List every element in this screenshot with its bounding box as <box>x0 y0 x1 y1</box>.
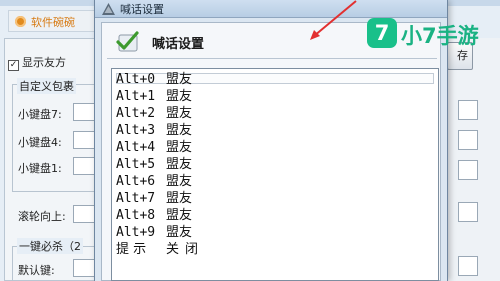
custom-package-group-title: 自定义包裹 <box>17 78 76 94</box>
watermark-logo-icon: 7 <box>367 18 397 48</box>
numpad7-label: 小键盘7: <box>18 108 62 121</box>
list-item[interactable]: Alt+4 盟友 <box>116 139 192 156</box>
app-icon <box>102 3 115 15</box>
numpad4-label: 小键盘4: <box>18 136 62 149</box>
dialog-heading: 喊话设置 <box>152 37 205 52</box>
list-item[interactable]: Alt+8 盟友 <box>116 207 192 224</box>
right-input-4[interactable] <box>458 202 478 222</box>
list-item-text: 盟友 <box>166 191 193 206</box>
right-input-1[interactable] <box>458 100 478 120</box>
list-item[interactable]: Alt+7 盟友 <box>116 190 192 207</box>
list-item-key: Alt+8 <box>116 208 156 223</box>
settings-dot-icon <box>15 16 26 27</box>
dialog-divider <box>107 58 437 59</box>
checkbox-checked-icon: ✓ <box>8 60 19 71</box>
list-item-text: 盟友 <box>166 89 193 104</box>
annotation-arrow-icon <box>310 0 357 40</box>
list-item-key: 提 示 <box>116 242 147 257</box>
default-key-label: 默认键: <box>18 264 55 277</box>
watermark-text: 小7手游 <box>401 24 479 48</box>
scroll-up-label: 滚轮向上: <box>18 210 66 223</box>
list-item-text: 盟友 <box>166 72 193 87</box>
right-input-2[interactable] <box>458 130 478 150</box>
list-item-key: Alt+6 <box>116 174 156 189</box>
right-input-3[interactable] <box>458 160 478 180</box>
edit-checkmark-icon <box>116 31 139 52</box>
list-item[interactable]: Alt+9 盟友 <box>116 224 192 241</box>
list-item-text: 盟友 <box>166 157 193 172</box>
right-input-5[interactable] <box>458 256 478 276</box>
list-item-key: Alt+2 <box>116 106 156 121</box>
list-item-footer[interactable]: 提 示 关闭 <box>116 241 204 258</box>
list-item-key: Alt+4 <box>116 140 156 155</box>
show-allies-label: 显示友方 <box>22 56 66 69</box>
dialog-window-title: 喊话设置 <box>120 3 164 16</box>
list-item-text: 盟友 <box>166 208 193 223</box>
list-item-text: 盟友 <box>166 123 193 138</box>
list-item[interactable]: Alt+0 盟友 <box>116 71 192 88</box>
list-item-text: 盟友 <box>166 140 193 155</box>
list-item[interactable]: Alt+2 盟友 <box>116 105 192 122</box>
list-item-text: 盟友 <box>166 225 193 240</box>
list-item-key: Alt+7 <box>116 191 156 206</box>
watermark-badge-char: 7 <box>374 21 390 45</box>
list-item-key: Alt+0 <box>116 72 156 87</box>
list-item[interactable]: Alt+5 盟友 <box>116 156 192 173</box>
list-item-key: Alt+9 <box>116 225 156 240</box>
list-item[interactable]: Alt+1 盟友 <box>116 88 192 105</box>
list-item-text: 盟友 <box>166 106 193 121</box>
dialog-titlebar[interactable]: 喊话设置 <box>95 0 447 18</box>
list-item-key: Alt+3 <box>116 123 156 138</box>
background-header-tab[interactable]: 软件碗碗 <box>8 10 100 32</box>
list-item[interactable]: Alt+6 盟友 <box>116 173 192 190</box>
show-allies-checkbox[interactable]: ✓ 显示友方 <box>8 54 66 71</box>
background-header-label: 软件碗碗 <box>31 16 75 29</box>
list-item-key: Alt+1 <box>116 89 156 104</box>
shout-list-box[interactable]: Alt+0 盟友 Alt+1 盟友 Alt+2 盟友 Alt+3 盟友 Alt+4 盟友 … <box>111 68 439 281</box>
list-item-text: 盟友 <box>166 174 193 189</box>
one-key-kill-group-title: 一键必杀（2 <box>17 238 83 254</box>
list-item[interactable]: Alt+3 盟友 <box>116 122 192 139</box>
list-item-text: 关闭 <box>166 242 205 257</box>
list-item-key: Alt+5 <box>116 157 156 172</box>
numpad1-label: 小键盘1: <box>18 162 62 175</box>
